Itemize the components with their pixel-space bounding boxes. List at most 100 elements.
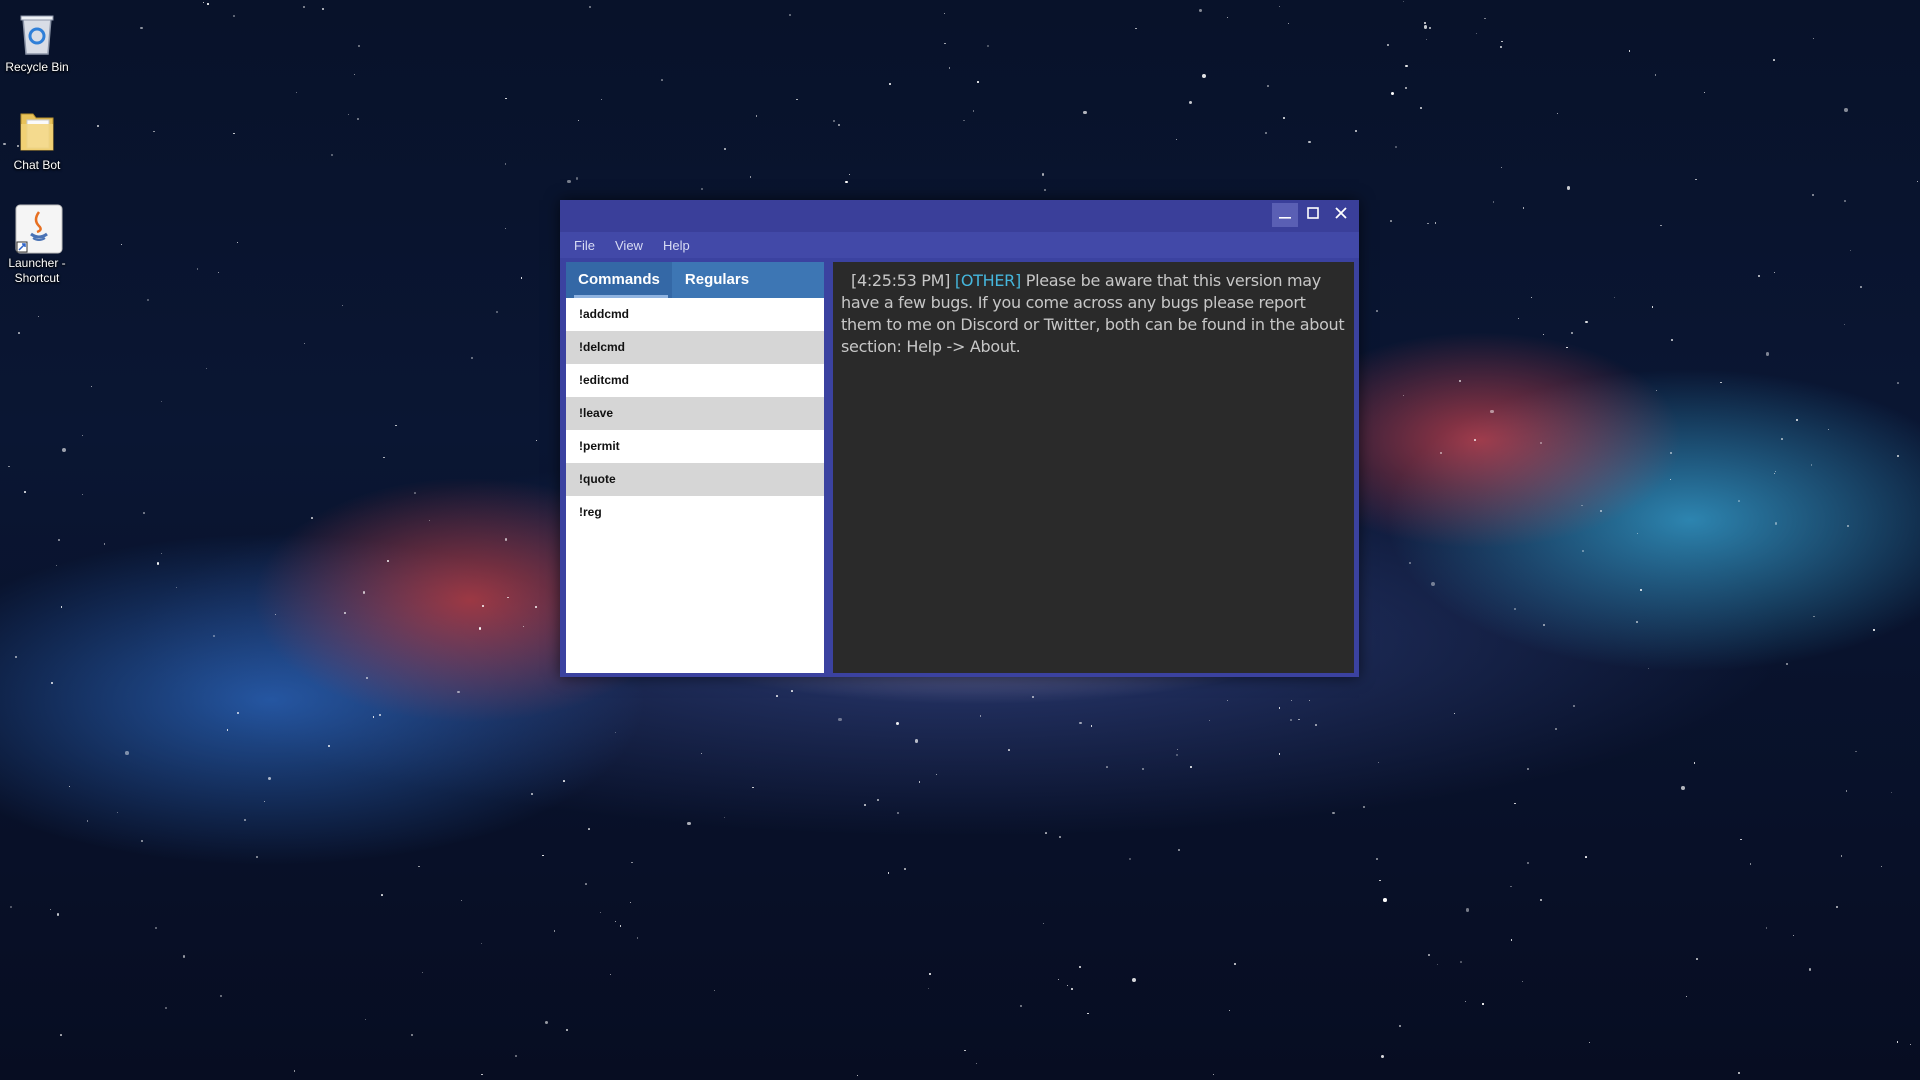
star [1402,394,1405,397]
maximize-button[interactable] [1300,203,1326,227]
star [1543,624,1545,627]
star [1176,753,1179,756]
star [1588,1042,1590,1044]
star [1554,728,1558,731]
star [1813,615,1815,618]
star [82,493,84,496]
star [153,130,155,132]
star [341,304,343,306]
star [1390,219,1393,222]
star [295,91,297,94]
list-item[interactable]: !leave [566,397,824,430]
star [1460,961,1462,963]
star [381,894,384,897]
star [1427,223,1429,225]
star [609,973,611,975]
list-item[interactable]: !quote [566,463,824,496]
star [1514,608,1516,610]
star [1354,130,1357,133]
star [1489,409,1494,414]
minimize-icon [1278,206,1292,225]
title-bar[interactable] [560,200,1359,232]
star [523,625,525,627]
star [1765,927,1768,929]
star [1042,173,1045,176]
star [1527,861,1530,865]
star [1827,428,1830,431]
star [1424,25,1428,29]
list-item[interactable]: !reg [566,496,824,529]
star [1810,464,1813,466]
star [1522,207,1525,209]
star [1881,866,1883,868]
menu-help[interactable]: Help [663,238,690,253]
star [1670,338,1673,341]
close-button[interactable] [1328,203,1354,227]
star [723,147,727,150]
list-item[interactable]: !permit [566,430,824,463]
star [410,1033,414,1036]
star [141,840,144,843]
star [1585,320,1588,324]
star [979,715,982,717]
star [1849,250,1851,252]
star [636,937,639,939]
star [1394,145,1397,148]
star [1227,699,1229,701]
menu-file[interactable]: File [574,238,595,253]
star [1775,471,1777,473]
star [1540,898,1542,901]
star [1376,309,1379,312]
star [1308,140,1311,143]
desktop-icon-launcher-shortcut[interactable]: Launcher - Shortcut [0,204,74,286]
star [615,920,617,923]
star [321,7,324,10]
star [1694,178,1697,181]
tab-regulars[interactable]: Regulars [674,262,760,298]
desktop-icon-label: Launcher - Shortcut [8,256,66,285]
star [86,820,89,823]
star [1695,958,1698,960]
star [182,955,186,958]
minimize-button[interactable] [1272,203,1298,227]
desktop-icon-label: Recycle Bin [5,60,69,74]
tab-commands[interactable]: Commands [566,262,672,298]
menu-view[interactable]: View [615,238,643,253]
list-item[interactable]: !delcmd [566,331,824,364]
star [348,113,350,115]
desktop-icon-recycle-bin[interactable]: Recycle Bin [0,8,74,75]
list-item[interactable]: !editcmd [566,364,824,397]
maximize-icon [1306,206,1320,225]
star [1773,473,1775,475]
star [69,786,71,788]
star [1693,762,1696,764]
star [8,465,10,468]
star [15,656,17,658]
star [1106,765,1109,768]
star [1439,452,1442,455]
star [1510,939,1512,941]
star [160,400,163,403]
desktop-icon-label: Chat Bot [13,158,61,172]
star [1685,995,1687,998]
star [311,517,313,519]
chat-log[interactable]: [4:25:53 PM] [OTHER] Please be aware tha… [833,262,1354,673]
star [196,268,198,270]
star [752,786,754,788]
star [1083,111,1087,115]
star [414,492,416,494]
star [1765,351,1770,356]
list-item[interactable]: !addcmd [566,298,824,331]
star [889,83,891,85]
star [837,124,840,127]
star [1521,980,1524,983]
star [1636,533,1638,535]
star [480,942,482,945]
star [10,905,13,908]
star [176,586,178,589]
desktop-icon-chat-bot[interactable]: Chat Bot [0,106,74,173]
star [1670,479,1672,481]
star [1474,438,1477,441]
star [1749,863,1751,865]
star [963,119,965,122]
